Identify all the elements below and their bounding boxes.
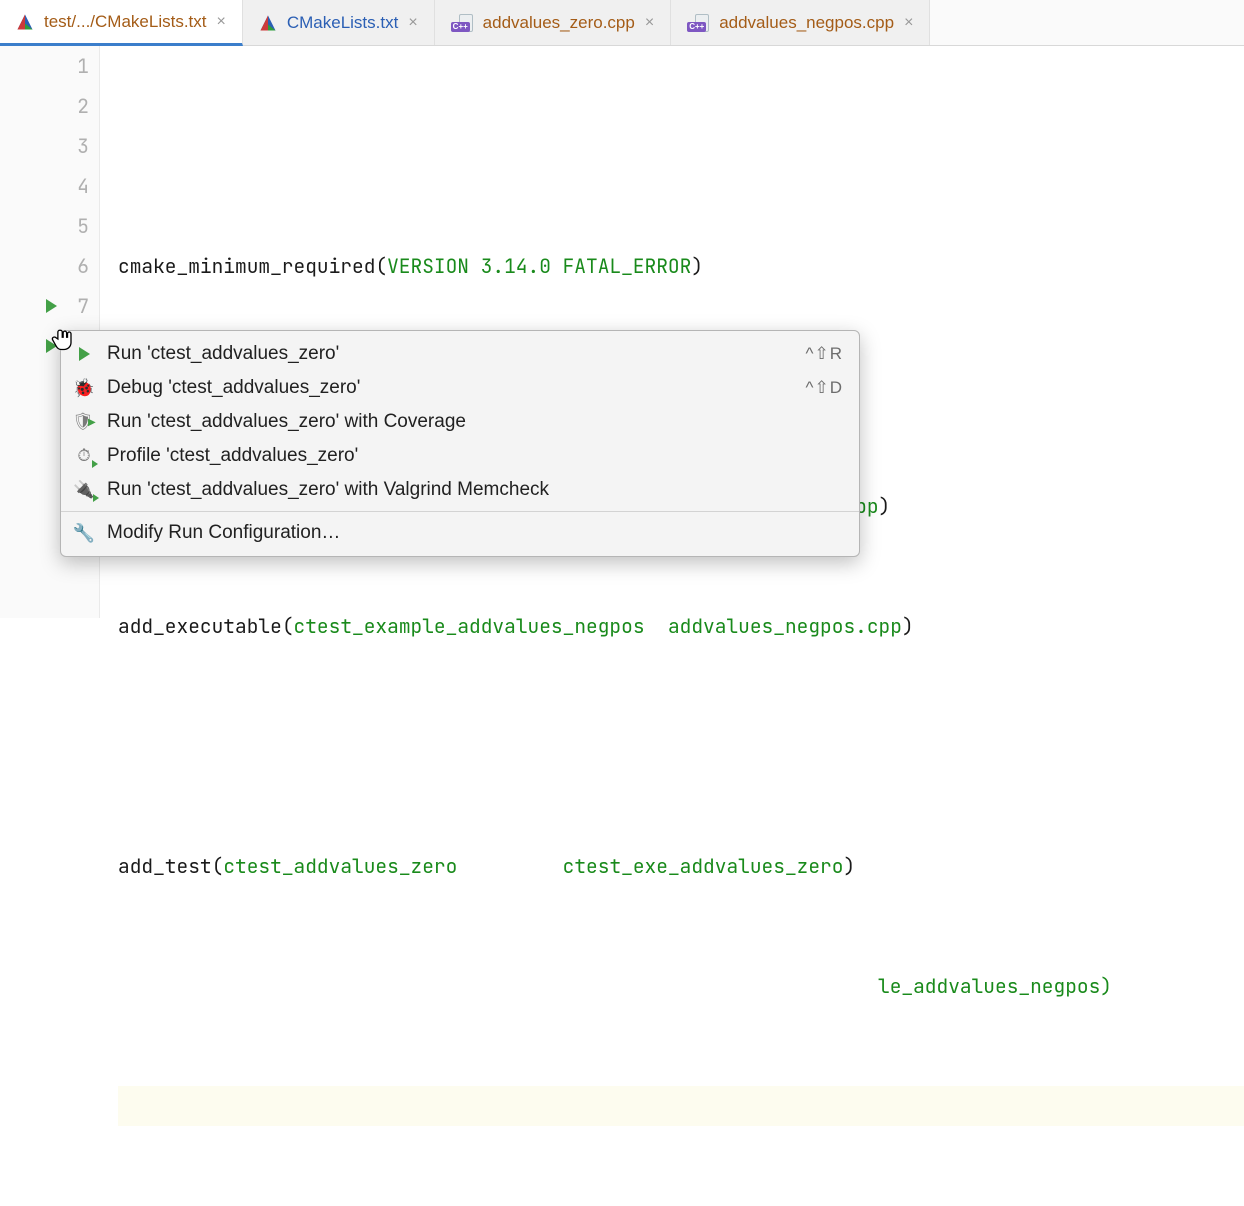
line-number: 5	[0, 206, 89, 246]
close-icon[interactable]: ×	[645, 14, 654, 32]
valgrind-icon: 🔌	[73, 479, 95, 501]
code-line: add_test(ctest_addvalues_zero ctest_exe_…	[118, 846, 1244, 886]
profile-icon: ⏱	[73, 445, 95, 467]
code-line: cmake_minimum_required(VERSION 3.14.0 FA…	[118, 246, 1244, 286]
menu-item-label: Profile 'ctest_addvalues_zero'	[107, 445, 843, 467]
menu-separator	[61, 511, 859, 512]
close-icon[interactable]: ×	[904, 14, 913, 32]
code-line: le_addvalues_negpos)	[118, 966, 1244, 1006]
line-number[interactable]: 7	[0, 286, 89, 326]
tab-label: addvalues_zero.cpp	[483, 13, 635, 33]
menu-item-shortcut: ^⇧D	[806, 378, 844, 398]
close-icon[interactable]: ×	[217, 13, 226, 31]
tab-label: test/.../CMakeLists.txt	[44, 12, 207, 32]
tab-addvalues-negpos[interactable]: C++ addvalues_negpos.cpp ×	[671, 0, 930, 45]
menu-item-shortcut: ^⇧R	[806, 344, 844, 364]
menu-profile[interactable]: ⏱ Profile 'ctest_addvalues_zero'	[61, 439, 859, 473]
menu-item-label: Run 'ctest_addvalues_zero' with Valgrind…	[107, 479, 843, 501]
code-line	[118, 126, 1244, 166]
tab-label: addvalues_negpos.cpp	[719, 13, 894, 33]
menu-item-label: Debug 'ctest_addvalues_zero'	[107, 377, 794, 399]
play-icon	[73, 343, 95, 365]
tab-label: CMakeLists.txt	[287, 13, 398, 33]
cmake-icon	[259, 14, 277, 32]
run-context-menu: Run 'ctest_addvalues_zero' ^⇧R 🐞 Debug '…	[60, 330, 860, 557]
line-number: 4	[0, 166, 89, 206]
menu-item-label: Run 'ctest_addvalues_zero' with Coverage	[107, 411, 843, 433]
tab-test-cmakelists[interactable]: test/.../CMakeLists.txt ×	[0, 0, 243, 46]
run-gutter-icon[interactable]	[46, 339, 57, 353]
cmake-icon	[16, 13, 34, 31]
line-number: 1	[0, 46, 89, 86]
menu-debug[interactable]: 🐞 Debug 'ctest_addvalues_zero' ^⇧D	[61, 371, 859, 405]
tab-cmakelists[interactable]: CMakeLists.txt ×	[243, 0, 435, 45]
cpp-file-icon: C++	[687, 14, 709, 32]
coverage-icon: 🛡▶	[73, 411, 95, 433]
menu-run[interactable]: Run 'ctest_addvalues_zero' ^⇧R	[61, 337, 859, 371]
line-number: 3	[0, 126, 89, 166]
line-number: 2	[0, 86, 89, 126]
code-line	[118, 726, 1244, 766]
bug-icon: 🐞	[73, 377, 95, 399]
wrench-icon: 🔧	[73, 522, 95, 544]
code-line: add_executable(ctest_example_addvalues_n…	[118, 606, 1244, 646]
tab-addvalues-zero[interactable]: C++ addvalues_zero.cpp ×	[435, 0, 672, 45]
close-icon[interactable]: ×	[408, 14, 417, 32]
editor-tabbar: test/.../CMakeLists.txt × CMakeLists.txt…	[0, 0, 1244, 46]
menu-item-label: Run 'ctest_addvalues_zero'	[107, 343, 794, 365]
code-line-current	[118, 1086, 1244, 1126]
menu-run-valgrind[interactable]: 🔌 Run 'ctest_addvalues_zero' with Valgri…	[61, 473, 859, 507]
run-gutter-icon[interactable]	[46, 299, 57, 313]
cpp-file-icon: C++	[451, 14, 473, 32]
menu-run-coverage[interactable]: 🛡▶ Run 'ctest_addvalues_zero' with Cover…	[61, 405, 859, 439]
menu-modify-run-config[interactable]: 🔧 Modify Run Configuration…	[61, 516, 859, 550]
line-number: 6	[0, 246, 89, 286]
menu-item-label: Modify Run Configuration…	[107, 522, 843, 544]
